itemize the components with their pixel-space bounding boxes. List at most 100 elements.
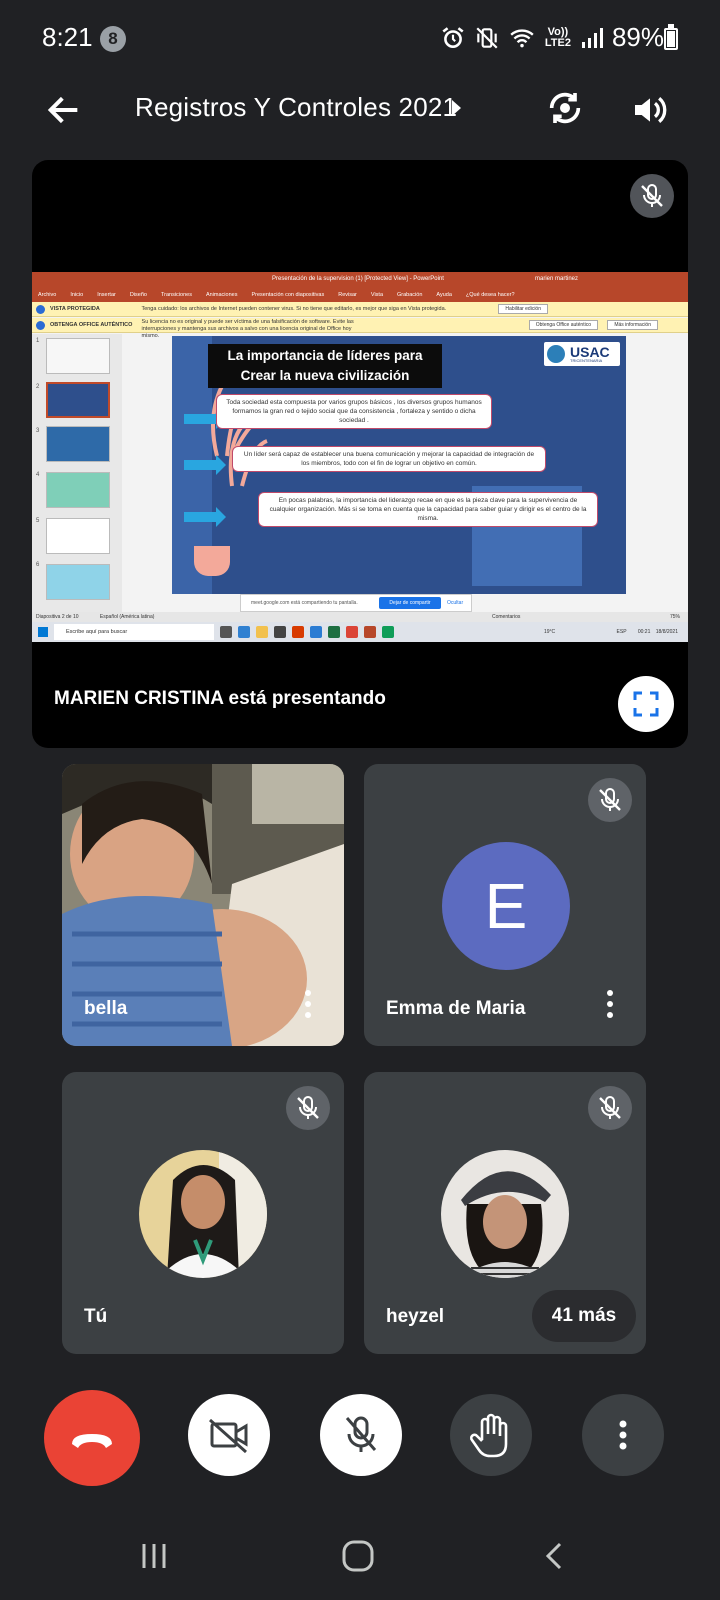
mic-off-icon — [297, 1096, 319, 1119]
end-call-icon — [72, 1434, 112, 1448]
taskbar-search[interactable]: Escribe aquí para buscar — [54, 624, 214, 640]
word-icon[interactable] — [310, 626, 322, 638]
raise-hand-icon — [470, 1413, 508, 1458]
camera-toggle-button[interactable] — [188, 1394, 270, 1476]
participant-avatar: E — [442, 842, 570, 970]
taskbar-apps — [220, 626, 394, 638]
ppt-menu-item[interactable]: Transiciones — [161, 288, 192, 302]
ppt-menu-item[interactable]: Archivo — [38, 288, 56, 302]
store-icon[interactable] — [274, 626, 286, 638]
status-bar: 8:21 8 Vo)) LTE2 89% — [0, 0, 720, 80]
ppt-menu-item[interactable]: Presentación con diapositivas — [251, 288, 324, 302]
ppt-window-title: Presentación de la supervision (1) [Prot… — [272, 276, 444, 282]
fullscreen-button[interactable] — [618, 676, 674, 732]
speaker-icon[interactable] — [630, 90, 670, 130]
more-info-button[interactable]: Más información — [607, 320, 658, 330]
slide-thumbnail[interactable] — [46, 426, 110, 462]
more-vert-icon[interactable] — [606, 990, 614, 1020]
recents-icon[interactable] — [138, 1540, 170, 1572]
more-vert-icon[interactable] — [304, 990, 312, 1020]
get-office-button[interactable]: Obtenga Office auténtico — [528, 320, 598, 330]
participant-avatar — [139, 1150, 267, 1278]
edge-icon[interactable] — [238, 626, 250, 638]
mic-toggle-button[interactable] — [320, 1394, 402, 1476]
participant-name: Emma de Maria — [386, 998, 526, 1019]
back-arrow-icon[interactable] — [44, 90, 84, 130]
avatar-photo-heyzel — [441, 1150, 569, 1278]
excel-icon[interactable] — [328, 626, 340, 638]
file-explorer-icon[interactable] — [256, 626, 268, 638]
slide-thumbnail-selected[interactable] — [46, 382, 110, 418]
ppt-menu: Archivo Inicio Insertar Diseño Transiciones A… — [32, 288, 688, 302]
participant-name: bella — [84, 998, 128, 1019]
battery-percent: 89% — [611, 22, 664, 52]
participant-tile-heyzel[interactable]: heyzel 41 más — [364, 1072, 646, 1354]
tray-time: 00:21 — [637, 629, 651, 635]
more-participants-button[interactable]: 41 más — [532, 1290, 636, 1342]
home-icon[interactable] — [340, 1538, 376, 1574]
ppt-menu-item[interactable]: Animaciones — [206, 288, 238, 302]
camera-switch-icon[interactable] — [545, 88, 585, 128]
more-vert-icon — [619, 1420, 627, 1450]
ppt-user-name: marien martinez — [534, 276, 578, 282]
more-options-button[interactable] — [582, 1394, 664, 1476]
ppt-menu-item[interactable]: Revisar — [338, 288, 357, 302]
mic-off-icon — [641, 184, 663, 207]
ppt-menu-item[interactable]: Diseño — [130, 288, 147, 302]
slide-thumbnail[interactable] — [46, 472, 110, 508]
participant-avatar — [441, 1150, 569, 1278]
ppt-menu-item[interactable]: Ayuda — [436, 288, 452, 302]
chevron-right-icon[interactable] — [452, 100, 461, 116]
slide-thumbnail[interactable] — [46, 338, 110, 374]
participant-tile-emma[interactable]: E Emma de Maria — [364, 764, 646, 1046]
ppt-menu-item[interactable]: Grabación — [397, 288, 422, 302]
ppt-menu-item[interactable]: ¿Qué desea hacer? — [466, 288, 515, 302]
plant-pot — [194, 546, 230, 576]
office-license-label: OBTENGA OFFICE AUTÉNTICO — [50, 322, 133, 328]
signal-icon — [581, 27, 603, 48]
current-slide: La importancia de líderes para Crear la … — [172, 336, 626, 594]
windows-start-icon[interactable] — [38, 627, 48, 637]
fullscreen-icon — [633, 691, 659, 717]
avatar-photo-self — [139, 1150, 267, 1278]
participant-tile-bella[interactable]: bella — [62, 764, 344, 1046]
end-call-button[interactable] — [44, 1390, 140, 1486]
thumb-number: 6 — [36, 562, 40, 568]
thumb-number: 4 — [36, 472, 40, 478]
settings-icon[interactable] — [382, 626, 394, 638]
powerpoint-icon[interactable] — [364, 626, 376, 638]
chrome-icon[interactable] — [346, 626, 358, 638]
task-view-icon[interactable] — [220, 626, 232, 638]
slide-text-box-1: Toda sociedad esta compuesta por varios … — [216, 394, 492, 429]
comments-button[interactable]: Comentarios — [492, 612, 520, 622]
stop-sharing-button[interactable]: Dejar de compartir — [379, 597, 441, 609]
meeting-title[interactable]: Registros Y Controles 2021 — [135, 92, 457, 123]
status-icons: Vo)) LTE2 89% — [440, 22, 664, 53]
ppt-menu-item[interactable]: Vista — [371, 288, 383, 302]
slide-arrow-icon — [184, 507, 226, 527]
shared-screen: Presentación de la supervision (1) [Prot… — [32, 272, 688, 642]
enable-editing-button[interactable]: Habilitar edición — [498, 304, 548, 314]
ppt-menu-item[interactable]: Insertar — [97, 288, 116, 302]
system-tray: 19°C ESP 00:21 18/8/2021 — [544, 622, 678, 642]
slide-counter: Diapositiva 2 de 10 — [36, 614, 79, 620]
screen-share-text: meet.google.com está compartiendo tu pan… — [251, 600, 358, 606]
nav-back-icon[interactable] — [540, 1540, 572, 1572]
ppt-menu-item[interactable]: Inicio — [70, 288, 83, 302]
tray-language: ESP — [616, 629, 627, 635]
protected-view-bar: VISTA PROTEGIDA Tenga cuidado: los archi… — [32, 302, 688, 317]
hide-share-bar-button[interactable]: Ocultar — [447, 595, 463, 611]
presentation-tile[interactable]: Presentación de la supervision (1) [Prot… — [32, 160, 688, 748]
slide-thumbnail[interactable] — [46, 564, 110, 600]
participant-tile-self[interactable]: Tú — [62, 1072, 344, 1354]
network-type: Vo)) LTE2 — [544, 25, 571, 49]
protected-view-label: VISTA PROTEGIDA — [50, 306, 100, 312]
mic-off-indicator — [588, 1086, 632, 1130]
office-icon[interactable] — [292, 626, 304, 638]
windows-taskbar: Escribe aquí para buscar 19°C ESP 00:21 … — [32, 622, 688, 642]
raise-hand-button[interactable] — [450, 1394, 532, 1476]
camera-off-icon — [209, 1418, 248, 1454]
slide-thumbnail[interactable] — [46, 518, 110, 554]
participant-name: Tú — [84, 1306, 108, 1327]
mic-off-icon — [345, 1416, 377, 1452]
